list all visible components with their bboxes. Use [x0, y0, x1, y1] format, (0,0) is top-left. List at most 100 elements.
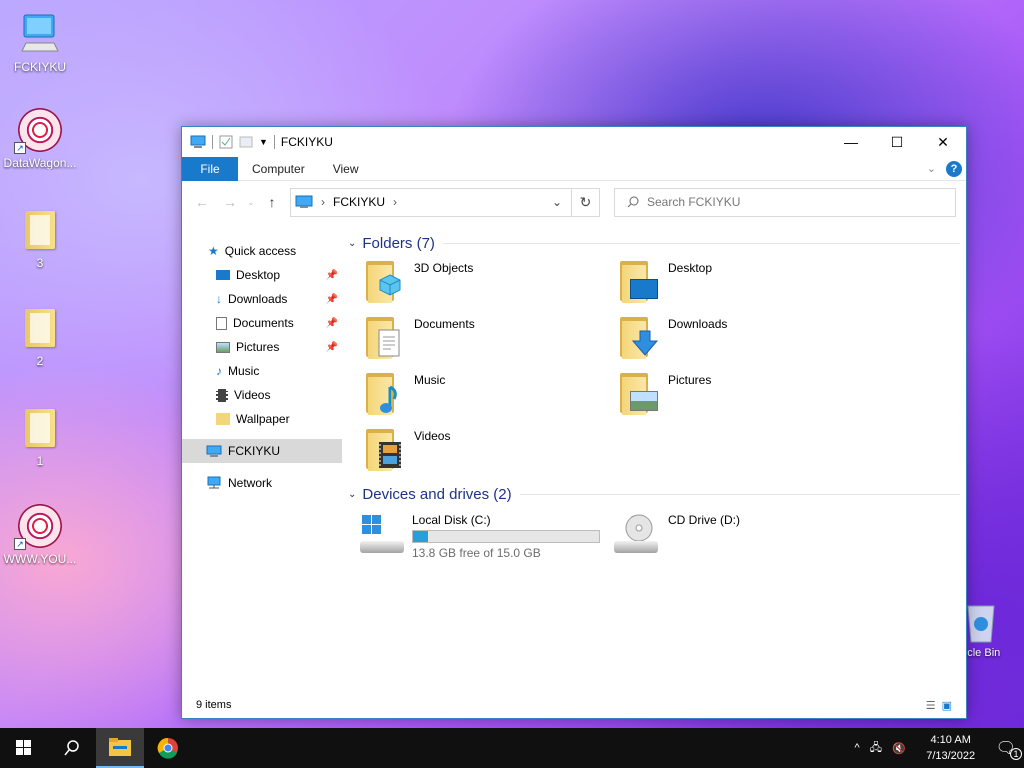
folder-label: 3D Objects — [414, 261, 474, 275]
properties-icon[interactable] — [219, 135, 233, 149]
breadcrumb-separator-icon[interactable]: › — [321, 195, 325, 209]
breadcrumb[interactable]: FCKIYKU — [333, 195, 385, 209]
desktop-icon-folder-3[interactable]: 3 — [0, 206, 80, 270]
nav-item-label: FCKIYKU — [228, 444, 281, 458]
back-button[interactable]: ← — [188, 194, 216, 210]
desktop-icon-label: FCKIYKU — [13, 60, 66, 74]
folder-icon — [25, 409, 55, 447]
windows-drive-icon — [360, 513, 406, 553]
videos-folder-icon — [366, 429, 406, 473]
tab-computer[interactable]: Computer — [238, 157, 319, 181]
computer-icon — [206, 445, 222, 457]
drive-usage-bar — [412, 530, 600, 543]
folder-item-pictures[interactable]: Pictures — [620, 373, 711, 417]
start-button[interactable] — [0, 728, 48, 768]
notification-icon[interactable]: 🗨 1 — [996, 738, 1022, 760]
content-pane: ⌄ Folders (7) 3D Objects Desktop Documen… — [342, 223, 966, 692]
folder-item-music[interactable]: Music — [366, 373, 445, 417]
desktop-icon-folder-2[interactable]: 2 — [0, 304, 80, 368]
customize-qa-dropdown-icon[interactable]: ▼ — [259, 137, 268, 147]
search-input[interactable]: Search FCKIYKU — [647, 195, 740, 209]
drive-item-cd-drive-d[interactable]: CD Drive (D:) — [614, 513, 740, 553]
desktop-icon-datawagon[interactable]: ↗ DataWagon... — [0, 106, 80, 170]
search-box[interactable]: Search FCKIYKU — [614, 187, 956, 217]
document-icon — [216, 316, 227, 330]
folder-label: Documents — [414, 317, 475, 331]
collapse-chevron-icon[interactable]: ⌄ — [348, 489, 356, 500]
divider — [273, 135, 275, 149]
navigation-pane: ★ Quick access Desktop 📌 ↓ Downloads 📌 D… — [182, 223, 342, 692]
system-tray: ^ 🖧 🔇 4:10 AM 7/13/2022 🗨 1 — [855, 732, 1024, 764]
nav-item-desktop[interactable]: Desktop 📌 — [182, 263, 342, 287]
tab-view[interactable]: View — [319, 157, 373, 181]
forward-button[interactable]: → — [216, 194, 244, 210]
nav-item-network[interactable]: Network — [182, 471, 342, 495]
drive-label: CD Drive (D:) — [668, 513, 740, 527]
details-view-icon[interactable]: ☰ — [926, 699, 936, 712]
collapse-chevron-icon[interactable]: ⌄ — [348, 238, 356, 249]
desktop-icon-folder-1[interactable]: 1 — [0, 404, 80, 468]
taskbar: ^ 🖧 🔇 4:10 AM 7/13/2022 🗨 1 — [0, 728, 1024, 768]
expand-ribbon-icon[interactable]: ⌄ — [927, 162, 936, 175]
nav-item-label: Documents — [233, 316, 294, 330]
folder-item-desktop[interactable]: Desktop — [620, 261, 712, 305]
taskbar-file-explorer[interactable] — [96, 728, 144, 768]
item-count: 9 items — [196, 699, 232, 711]
large-icons-view-icon[interactable]: ▣ — [942, 699, 952, 712]
nav-item-documents[interactable]: Documents 📌 — [182, 311, 342, 335]
recent-locations-icon[interactable]: ⌄ — [244, 198, 258, 207]
breadcrumb-separator-icon[interactable]: › — [393, 195, 397, 209]
maximize-button[interactable]: ☐ — [874, 127, 920, 157]
group-header-folders[interactable]: ⌄ Folders (7) — [348, 235, 960, 252]
desktop-icon-label: WWW.YOU... — [3, 552, 77, 566]
folder-item-documents[interactable]: Documents — [366, 317, 475, 361]
folder-label: Videos — [414, 429, 451, 443]
address-history-dropdown-icon[interactable]: ⌄ — [543, 195, 571, 209]
folder-item-videos[interactable]: Videos — [366, 429, 450, 473]
nav-item-wallpaper[interactable]: Wallpaper — [182, 407, 342, 431]
nav-item-music[interactable]: ♪ Music — [182, 359, 342, 383]
pin-icon: 📌 — [325, 341, 338, 353]
tab-file[interactable]: File — [182, 156, 238, 181]
quick-access-toolbar: ▼ — [182, 135, 275, 149]
nav-item-videos[interactable]: Videos — [182, 383, 342, 407]
drive-free-space: 13.8 GB free of 15.0 GB — [412, 546, 541, 560]
folder-label: Music — [414, 373, 446, 387]
search-button[interactable] — [48, 728, 96, 768]
nav-item-this-pc[interactable]: FCKIYKU — [182, 439, 342, 463]
desktop-icon-computer[interactable]: FCKIYKU — [0, 10, 80, 74]
network-icon[interactable]: 🖧 — [870, 739, 882, 758]
taskbar-chrome[interactable] — [144, 728, 192, 768]
film-icon — [216, 388, 228, 402]
close-button[interactable]: ✕ — [920, 127, 966, 157]
nav-item-label: Network — [228, 476, 273, 490]
show-hidden-icons-icon[interactable]: ^ — [855, 742, 860, 754]
folder-item-downloads[interactable]: Downloads — [620, 317, 727, 361]
network-icon — [207, 476, 221, 489]
music-folder-icon — [366, 373, 406, 417]
group-header-devices[interactable]: ⌄ Devices and drives (2) — [348, 486, 960, 503]
nav-item-quick-access[interactable]: ★ Quick access — [182, 239, 342, 263]
new-folder-icon[interactable] — [239, 135, 253, 149]
search-icon — [64, 740, 79, 756]
volume-muted-icon[interactable]: 🔇 — [892, 742, 906, 755]
help-icon[interactable]: ? — [946, 160, 962, 177]
up-button[interactable]: ↑ — [258, 194, 286, 210]
folder-item-3d-objects[interactable]: 3D Objects — [366, 261, 473, 305]
minimize-button[interactable]: — — [828, 127, 874, 157]
clock[interactable]: 4:10 AM 7/13/2022 — [916, 732, 986, 764]
folder-icon — [25, 309, 55, 347]
folder-icon — [25, 211, 55, 249]
group-header-label: Devices and drives (2) — [362, 486, 512, 503]
recycle-bin-icon — [967, 605, 995, 643]
documents-folder-icon — [366, 317, 406, 361]
refresh-button[interactable]: ↻ — [572, 187, 600, 217]
3d-objects-folder-icon — [366, 261, 406, 305]
drive-item-local-disk-c[interactable]: Local Disk (C:) 13.8 GB free of 15.0 GB — [360, 513, 600, 560]
status-bar: 9 items ☰ ▣ — [182, 692, 966, 718]
address-bar[interactable]: › FCKIYKU › ⌄ — [290, 187, 572, 217]
nav-item-pictures[interactable]: Pictures 📌 — [182, 335, 342, 359]
desktop-icon-www[interactable]: ↗ WWW.YOU... — [0, 502, 80, 566]
nav-item-downloads[interactable]: ↓ Downloads 📌 — [182, 287, 342, 311]
nav-item-label: Music — [228, 364, 260, 378]
